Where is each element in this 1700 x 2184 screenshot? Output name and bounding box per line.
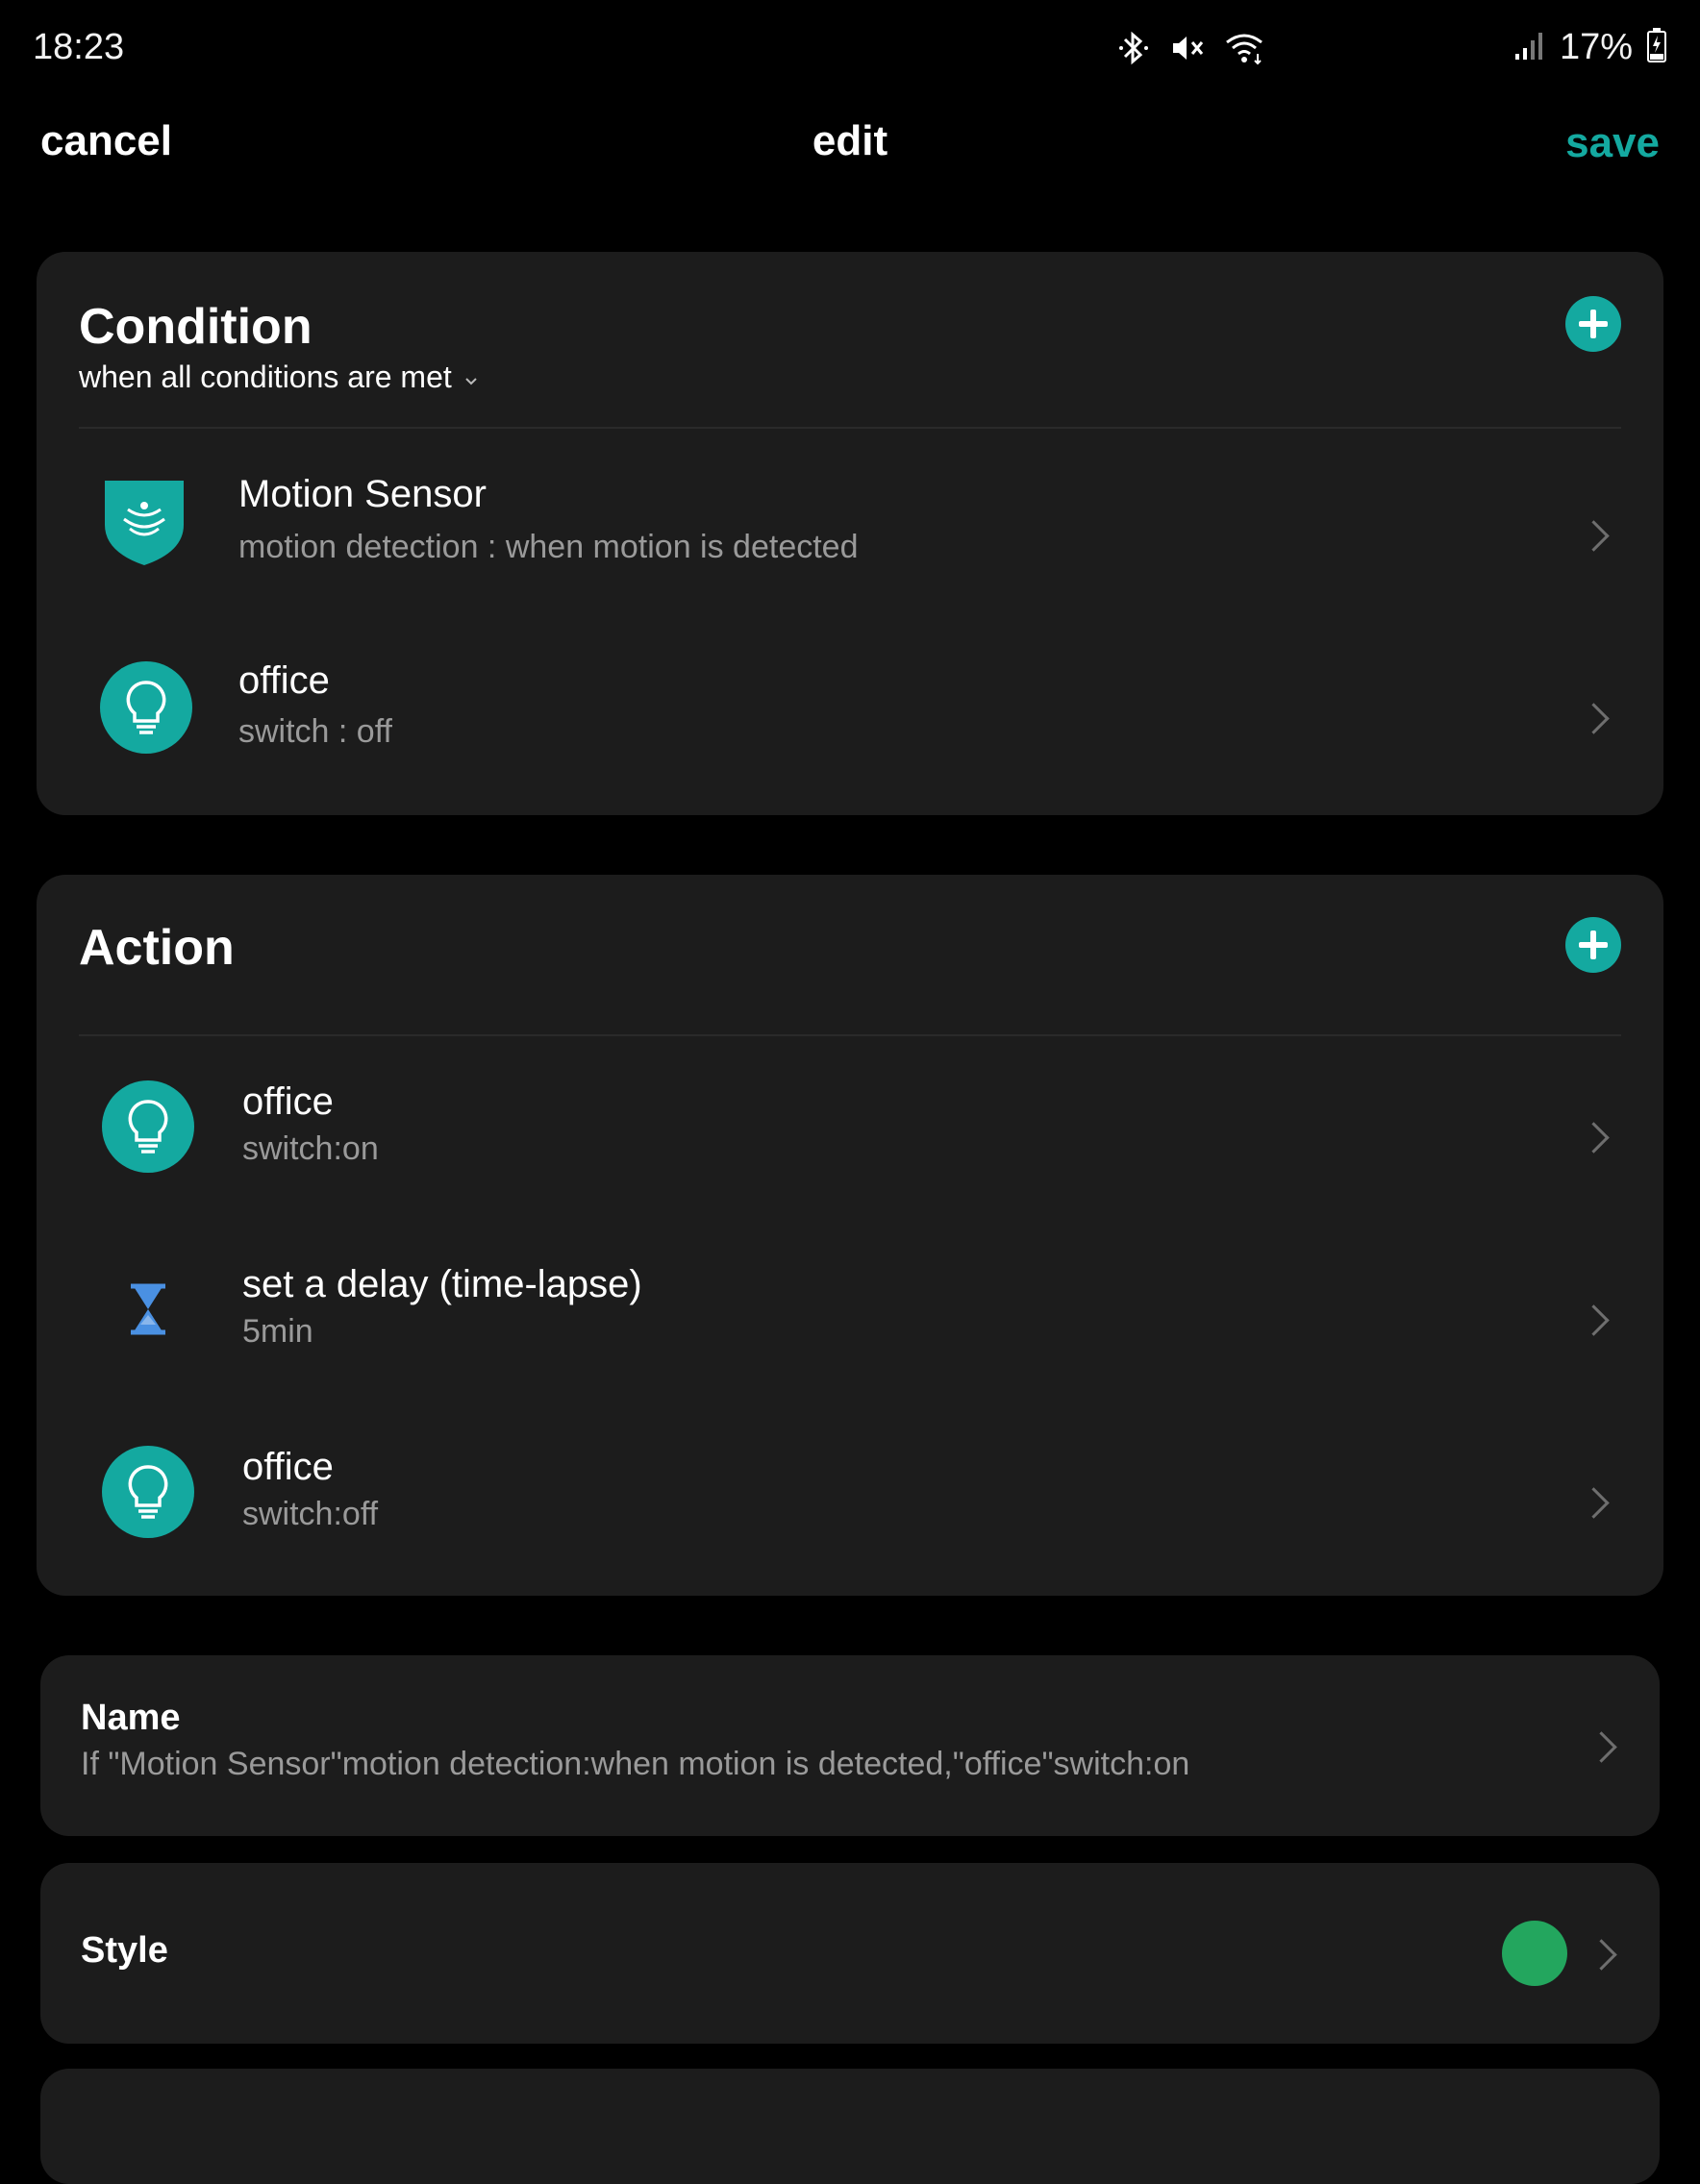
battery-charging-icon [1646,27,1667,68]
condition-item-subtitle: switch : off [238,713,392,750]
light-bulb-icon [102,1080,194,1173]
light-bulb-icon [102,1446,194,1538]
page-title: edit [812,117,888,164]
condition-divider [79,427,1621,429]
name-card[interactable]: Name If "Motion Sensor"motion detection:… [40,1655,1660,1836]
condition-title: Condition [79,299,312,355]
chevron-right-icon [1578,1122,1610,1154]
chevron-right-icon [1578,520,1610,552]
condition-item-title: Motion Sensor [238,473,487,515]
condition-card: Condition when all conditions are met Mo… [37,252,1663,815]
action-item-subtitle: switch:off [242,1496,379,1532]
condition-item-office[interactable]: office switch : off [37,646,1663,809]
chevron-right-icon [1586,1939,1617,1971]
action-item-title: office [242,1446,334,1488]
battery-percentage: 17% [1559,27,1633,67]
status-time: 18:23 [33,27,125,67]
save-button[interactable]: save [1565,119,1660,167]
style-color-swatch [1502,1921,1567,1986]
style-card[interactable]: Style [40,1863,1660,2044]
light-bulb-icon [100,661,192,754]
next-card [40,2069,1660,2184]
hourglass-icon [102,1263,194,1355]
status-icons [1117,29,1265,72]
chevron-right-icon [1578,1304,1610,1336]
add-action-button[interactable] [1565,917,1621,973]
action-item-office-off[interactable]: office switch:off [37,1432,1663,1596]
signal-icon [1513,29,1546,66]
style-label: Style [81,1930,168,1971]
status-bar: 18:23 17% [0,0,1700,106]
action-item-office-on[interactable]: office switch:on [37,1067,1663,1230]
chevron-right-icon [1578,1487,1610,1519]
action-item-title: set a delay (time-lapse) [242,1263,642,1305]
chevron-right-icon [1578,703,1610,734]
condition-item-motion-sensor[interactable]: Motion Sensor motion detection : when mo… [37,463,1663,627]
action-card: Action office switch:on set a delay (tim… [37,875,1663,1596]
action-item-subtitle: switch:on [242,1130,379,1167]
chevron-down-icon [463,360,479,395]
bluetooth-icon [1117,29,1150,72]
name-value: If "Motion Sensor"motion detection:when … [81,1746,1190,1782]
add-condition-button[interactable] [1565,296,1621,352]
condition-item-subtitle: motion detection : when motion is detect… [238,529,859,565]
name-label: Name [81,1698,181,1738]
condition-mode-dropdown[interactable]: when all conditions are met [79,360,479,395]
condition-item-title: office [238,659,330,702]
action-item-title: office [242,1080,334,1123]
action-divider [79,1034,1621,1036]
action-item-subtitle: 5min [242,1313,313,1350]
chevron-right-icon [1586,1731,1617,1763]
action-title: Action [79,920,235,976]
action-item-delay[interactable]: set a delay (time-lapse) 5min [37,1250,1663,1413]
mute-icon [1167,29,1206,72]
wifi-icon [1223,29,1265,72]
motion-sensor-icon [98,475,190,567]
condition-mode-label: when all conditions are met [79,360,452,394]
top-bar: cancel edit save [0,106,1700,183]
status-right: 17% [1513,27,1667,68]
